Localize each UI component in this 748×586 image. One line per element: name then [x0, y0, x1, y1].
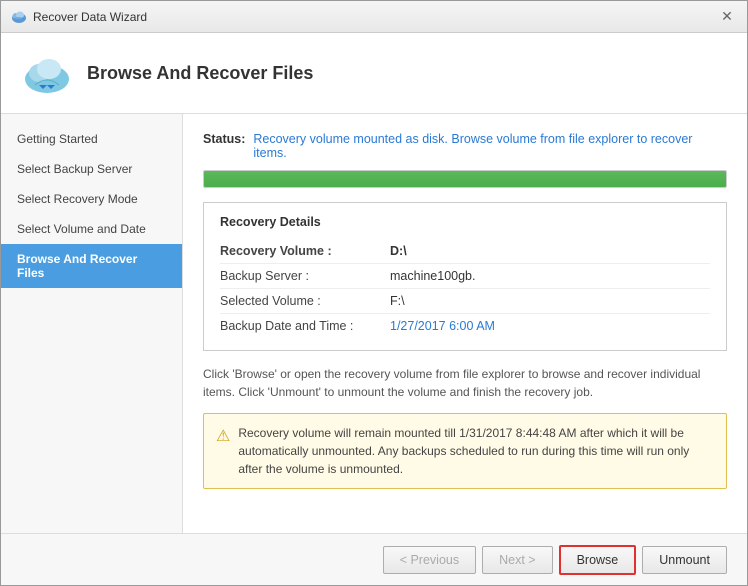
previous-button[interactable]: < Previous [383, 546, 476, 574]
status-bar: Status: Recovery volume mounted as disk.… [203, 132, 727, 160]
info-text: Click 'Browse' or open the recovery volu… [203, 365, 727, 401]
detail-value-selected-volume: F:\ [390, 294, 405, 308]
page-title: Browse And Recover Files [87, 63, 313, 84]
warning-icon: ⚠ [216, 425, 230, 449]
browse-button[interactable]: Browse [559, 545, 637, 575]
progress-bar-wrapper [203, 170, 727, 188]
detail-row-selected-volume: Selected Volume : F:\ [220, 289, 710, 314]
status-label: Status: [203, 132, 245, 146]
recovery-details-title: Recovery Details [220, 215, 710, 229]
header-icon [21, 47, 73, 99]
wizard-header: Browse And Recover Files [1, 33, 747, 114]
sidebar-item-recovery-mode[interactable]: Select Recovery Mode [1, 184, 182, 214]
main-content: Status: Recovery volume mounted as disk.… [183, 114, 747, 533]
detail-row-server: Backup Server : machine100gb. [220, 264, 710, 289]
sidebar-item-backup-server[interactable]: Select Backup Server [1, 154, 182, 184]
cloud-sync-icon [21, 47, 73, 99]
sidebar-item-volume-date[interactable]: Select Volume and Date [1, 214, 182, 244]
detail-value-volume: D:\ [390, 244, 407, 258]
window-title: Recover Data Wizard [33, 10, 147, 24]
app-icon [11, 9, 27, 25]
sidebar-item-browse-recover[interactable]: Browse And Recover Files [1, 244, 182, 288]
warning-box: ⚠ Recovery volume will remain mounted ti… [203, 413, 727, 489]
warning-text: Recovery volume will remain mounted till… [238, 424, 714, 478]
next-button[interactable]: Next > [482, 546, 552, 574]
detail-row-volume: Recovery Volume : D:\ [220, 239, 710, 264]
title-bar-left: Recover Data Wizard [11, 9, 147, 25]
detail-label-selected-volume: Selected Volume : [220, 294, 390, 308]
close-button[interactable]: ✕ [717, 7, 737, 27]
title-bar: Recover Data Wizard ✕ [1, 1, 747, 33]
sidebar-item-getting-started[interactable]: Getting Started [1, 124, 182, 154]
detail-label-server: Backup Server : [220, 269, 390, 283]
detail-value-date-time: 1/27/2017 6:00 AM [390, 319, 495, 333]
unmount-button[interactable]: Unmount [642, 546, 727, 574]
wizard-window: Recover Data Wizard ✕ Browse And Recover… [0, 0, 748, 586]
sidebar: Getting Started Select Backup Server Sel… [1, 114, 183, 533]
detail-row-date-time: Backup Date and Time : 1/27/2017 6:00 AM [220, 314, 710, 338]
recovery-details-box: Recovery Details Recovery Volume : D:\ B… [203, 202, 727, 351]
wizard-body: Getting Started Select Backup Server Sel… [1, 114, 747, 533]
wizard-footer: < Previous Next > Browse Unmount [1, 533, 747, 585]
status-text: Recovery volume mounted as disk. Browse … [253, 132, 727, 160]
detail-label-volume: Recovery Volume : [220, 244, 390, 258]
detail-value-server: machine100gb. [390, 269, 475, 283]
progress-bar-fill [204, 171, 726, 187]
detail-label-date-time: Backup Date and Time : [220, 319, 390, 333]
